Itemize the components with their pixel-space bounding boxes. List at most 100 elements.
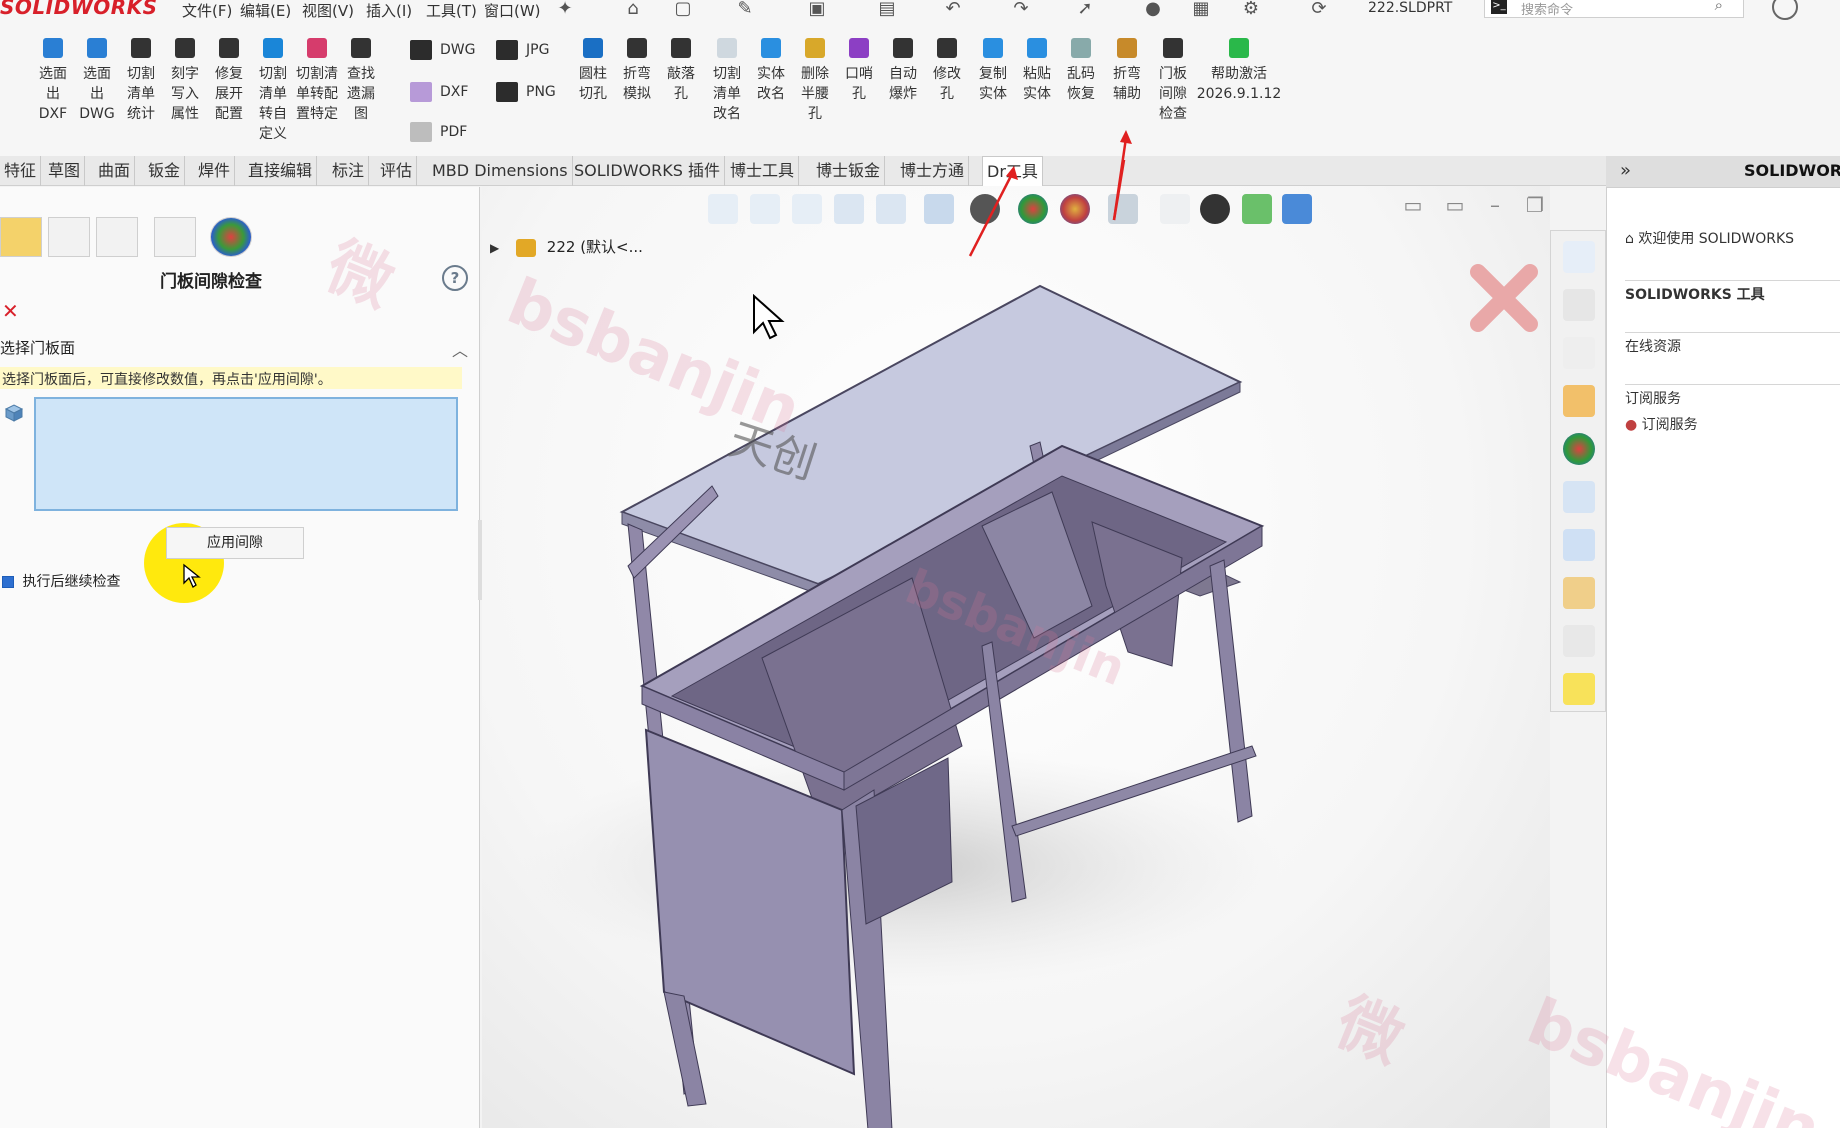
search-icon[interactable]: ⌕ xyxy=(1715,0,1723,14)
tab-12[interactable]: 博士方通 xyxy=(896,156,970,186)
export-dwg-button[interactable]: 选面 出 DWG xyxy=(74,26,120,124)
help-activate-button[interactable]: 帮助激活 2026.9.1.12 xyxy=(1196,26,1282,104)
cutlist-stats-button[interactable]: 切割 清单 统计 xyxy=(118,26,164,124)
continue-check-checkbox[interactable]: 执行后继续检查 xyxy=(2,571,120,591)
body-rename-button[interactable]: 实体 改名 xyxy=(748,26,794,104)
tab-8[interactable]: MBD Dimensions xyxy=(428,156,573,186)
garble-restore-button[interactable]: 乱码 恢复 xyxy=(1058,26,1104,104)
tab-5[interactable]: 直接编辑 xyxy=(244,156,318,186)
welcome-link[interactable]: ⌂ 欢迎使用 SOLIDWORKS xyxy=(1625,228,1794,248)
tab-11[interactable]: 博士钣金 xyxy=(812,156,886,186)
desk-3d-model[interactable]: 天创 xyxy=(482,186,1550,1128)
online-resources-section[interactable]: 在线资源 xyxy=(1625,336,1681,356)
rebuild-icon[interactable]: ⟳ xyxy=(1308,0,1330,20)
repair-button[interactable]: 修复 展开 配置 xyxy=(206,26,252,124)
tab-10[interactable]: 博士工具 xyxy=(726,156,800,186)
save-icon[interactable]: ▣ xyxy=(806,0,828,20)
collapse-chevron-icon[interactable]: » xyxy=(1620,160,1631,181)
menu-edit[interactable]: 编辑(E) xyxy=(240,0,291,21)
menu-file[interactable]: 文件(F) xyxy=(182,0,232,21)
export-dxf-button[interactable]: 选面 出 DXF xyxy=(30,26,76,124)
paste-body-button[interactable]: 粘贴 实体 xyxy=(1014,26,1060,104)
menu-view[interactable]: 视图(V) xyxy=(302,0,354,21)
bend-assist-button[interactable]: 折弯 辅助 xyxy=(1104,26,1150,104)
whistle-hole-button[interactable]: 口哨 孔 xyxy=(836,26,882,104)
tips-tab-icon[interactable] xyxy=(1563,673,1595,705)
face-selection-list[interactable] xyxy=(34,397,458,511)
appearances-tab-icon[interactable] xyxy=(1563,433,1595,465)
delete-hole-button[interactable]: 删除 半腰 孔 xyxy=(792,26,838,124)
graphics-viewport[interactable]: ▶ 222 (默认<... ▭ ▭ – ❐ ✕ xyxy=(482,186,1550,1128)
annotation-arrow-up xyxy=(1112,130,1132,221)
modify-hole-button[interactable]: 修改 孔 xyxy=(924,26,970,104)
cancel-x-icon[interactable]: ✕ xyxy=(2,299,19,323)
find-button[interactable]: 查找 遗漏 图 xyxy=(338,26,384,124)
tab-7[interactable]: 评估 xyxy=(376,156,418,186)
copy-body-button[interactable]: 复制 实体 xyxy=(970,26,1016,104)
tab-4[interactable]: 焊件 xyxy=(194,156,236,186)
new-document-icon[interactable]: ▢ xyxy=(672,0,694,20)
engrave-button[interactable]: 刻字 写入 属性 xyxy=(162,26,208,124)
cutlist-rename-button[interactable]: 切割 清单 改名 xyxy=(704,26,750,124)
collapse-caret-icon[interactable]: ︿ xyxy=(452,337,468,361)
knockout-button[interactable]: 敲落 孔 xyxy=(658,26,704,104)
print-icon[interactable]: ▤ xyxy=(876,0,898,20)
tab-2[interactable]: 曲面 xyxy=(94,156,136,186)
subscription-icon: ● xyxy=(1625,417,1638,433)
undo-icon[interactable]: ↶ xyxy=(942,0,964,20)
open-icon[interactable]: ✎ xyxy=(734,0,756,20)
file-properties-icon[interactable]: ▦ xyxy=(1190,0,1212,20)
display-manager-tab-icon[interactable] xyxy=(210,217,252,257)
tab-3[interactable]: 钣金 xyxy=(144,156,186,186)
home-icon[interactable]: ⌂ xyxy=(622,0,644,20)
png-export-button[interactable]: PNG xyxy=(496,82,556,102)
forum-tab-icon[interactable] xyxy=(1563,529,1595,561)
tools-section[interactable]: SOLIDWORKS 工具 xyxy=(1625,284,1765,304)
dwg-export-button[interactable]: DWG xyxy=(410,40,475,60)
home-tab-icon[interactable] xyxy=(1563,241,1595,273)
cutlist-custom-button[interactable]: 切割 清单 转自 定义 xyxy=(250,26,296,144)
learning-tab-icon[interactable] xyxy=(1563,625,1595,657)
tab-1[interactable]: 草图 xyxy=(44,156,86,186)
configuration-manager-tab-icon[interactable] xyxy=(96,217,138,257)
options-gear-icon[interactable]: ⚙ xyxy=(1240,0,1262,20)
feature-manager-tab-icon[interactable] xyxy=(0,217,42,257)
auto-explode-button[interactable]: 自动 爆炸 xyxy=(880,26,926,104)
traffic-light-icon[interactable]: ● xyxy=(1142,0,1164,20)
jpg-export-button[interactable]: JPG xyxy=(496,40,549,60)
tab-0[interactable]: 特征 xyxy=(0,156,42,186)
file-explorer-tab-icon[interactable] xyxy=(1563,337,1595,369)
menu-window[interactable]: 窗口(W) xyxy=(484,0,541,21)
section-select-door-face[interactable]: 选择门板面 ︿ xyxy=(0,337,480,363)
dimxpert-tab-icon[interactable] xyxy=(154,217,196,257)
tab-6[interactable]: 标注 xyxy=(328,156,370,186)
door-gap-check-button[interactable]: 门板 间隙 检查 xyxy=(1150,26,1196,124)
pdf-export-button[interactable]: PDF xyxy=(410,122,467,142)
document-filename[interactable]: 222.SLDPRT xyxy=(1368,0,1452,16)
design-library-tab-icon[interactable] xyxy=(1563,289,1595,321)
menu-tools[interactable]: 工具(T) xyxy=(426,0,477,21)
cutlist-config-button[interactable]: 切割清 单转配 置特定 xyxy=(294,26,340,124)
ribbon-button-label: 切割 清单 统计 xyxy=(127,66,155,122)
calendar-tab-icon[interactable] xyxy=(1563,577,1595,609)
property-manager-tab-icon[interactable] xyxy=(48,217,90,257)
tab-9[interactable]: SOLIDWORKS 插件 xyxy=(570,156,725,186)
select-icon[interactable]: ➚ xyxy=(1074,0,1096,20)
redo-icon[interactable]: ↷ xyxy=(1010,0,1032,20)
apply-gap-button[interactable]: 应用间隙 xyxy=(166,527,304,559)
command-search-input[interactable]: >_ 搜索命令 ⌕ xyxy=(1484,0,1744,18)
menu-insert[interactable]: 插入(I) xyxy=(366,0,412,21)
cylinder-cut-button[interactable]: 圆柱 切孔 xyxy=(570,26,616,104)
dxf-export-button[interactable]: DXF xyxy=(410,82,468,102)
pin-icon[interactable]: ✦ xyxy=(554,0,576,20)
subscription-section[interactable]: 订阅服务 xyxy=(1625,388,1681,408)
subscription-link[interactable]: ● 订阅服务 xyxy=(1625,414,1698,434)
custom-properties-tab-icon[interactable] xyxy=(1563,481,1595,513)
welcome-label: 欢迎使用 SOLIDWORKS xyxy=(1638,231,1795,247)
checkbox-box[interactable] xyxy=(2,576,14,588)
cancel-big-x-icon[interactable] xyxy=(1468,262,1540,334)
bend-sim-button[interactable]: 折弯 模拟 xyxy=(614,26,660,104)
view-palette-tab-icon[interactable] xyxy=(1563,385,1595,417)
help-icon[interactable]: ? xyxy=(442,265,468,291)
user-account-icon[interactable] xyxy=(1772,0,1798,20)
